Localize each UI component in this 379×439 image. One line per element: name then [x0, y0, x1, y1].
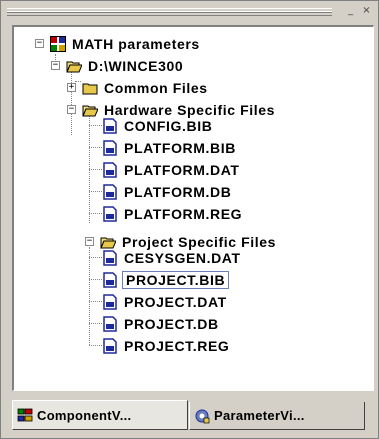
file-icon [103, 140, 117, 156]
tree-connector [89, 213, 102, 214]
tab-label: ParameterVi... [214, 408, 305, 423]
file-icon [103, 206, 117, 222]
tree-node-file[interactable]: PLATFORM.DB [102, 181, 233, 203]
file-icon [103, 294, 117, 310]
tree-connector [89, 257, 102, 258]
expand-collapse-toggle[interactable]: + [67, 83, 76, 92]
file-icon [103, 118, 117, 134]
tree-node-file[interactable]: PROJECT.DB [102, 313, 221, 335]
parameter-view-icon [195, 409, 210, 423]
workspace-tab-strip: ComponentV... ParameterVi... [12, 398, 374, 434]
minimize-pane-button[interactable]: _ [343, 4, 358, 18]
tree-node-file-selected[interactable]: PROJECT.BIB [102, 269, 230, 291]
tree-node-label: PROJECT.DAT [124, 294, 227, 310]
file-icon [103, 184, 117, 200]
tab-label: ComponentV... [37, 407, 132, 423]
tree-connector [71, 71, 72, 135]
tree-node-file[interactable]: CONFIG.BIB [102, 115, 214, 137]
expand-collapse-toggle[interactable]: − [67, 105, 76, 114]
tree-node-build-directory[interactable]: D:\WINCE300 [66, 55, 185, 77]
tree-node-file[interactable]: PLATFORM.BIB [102, 137, 238, 159]
file-icon [103, 250, 117, 266]
file-icon [103, 162, 117, 178]
open-folder-icon [82, 105, 98, 117]
tree-node-file[interactable]: PROJECT.DAT [102, 291, 229, 313]
tree-node-label: PROJECT.DB [124, 316, 219, 332]
tree-connector [89, 147, 102, 148]
expand-collapse-toggle[interactable]: − [51, 61, 60, 70]
tree-node-label: PROJECT.BIB [122, 271, 230, 289]
tab-parameter-view[interactable]: ParameterVi... [189, 402, 365, 430]
tree-node-label: PLATFORM.REG [124, 206, 243, 222]
tree-node-label: PROJECT.REG [124, 338, 230, 354]
tree-node-label: PLATFORM.DAT [124, 162, 240, 178]
tree-node-label: PLATFORM.DB [124, 184, 232, 200]
tree-connector [89, 323, 102, 324]
docking-grip[interactable] [7, 8, 332, 16]
tree-node-common-files[interactable]: Common Files [82, 77, 210, 99]
component-tree[interactable]: − MATH parameters − D:\WINCE300 + Common… [12, 25, 374, 391]
file-icon [103, 272, 117, 288]
tree-node-label: D:\WINCE300 [88, 58, 184, 74]
open-folder-icon [66, 61, 82, 73]
file-icon [103, 338, 117, 354]
tree-connector [89, 191, 102, 192]
tab-component-view[interactable]: ComponentV... [12, 400, 188, 430]
tree-node-label: PLATFORM.BIB [124, 140, 236, 156]
tree-node-label: Common Files [104, 80, 208, 96]
expand-collapse-toggle[interactable]: − [35, 39, 44, 48]
tree-node-label: MATH parameters [72, 36, 200, 52]
tree-node-label: CESYSGEN.DAT [124, 250, 241, 266]
tree-connector [75, 81, 81, 82]
folder-icon [82, 83, 98, 95]
tree-connector [89, 125, 102, 126]
close-pane-button[interactable]: × [359, 4, 374, 18]
tree-node-file[interactable]: PLATFORM.DAT [102, 159, 242, 181]
tree-node-file[interactable]: PLATFORM.REG [102, 203, 244, 225]
expand-collapse-toggle[interactable]: − [85, 237, 94, 246]
tree-connector [89, 169, 102, 170]
tree-node-file[interactable]: CESYSGEN.DAT [102, 247, 243, 269]
workspace-pane: _ × − MATH parameters − D:\WINCE300 + Co… [0, 0, 379, 439]
component-view-icon [17, 408, 33, 422]
tree-connector [89, 345, 102, 346]
file-icon [103, 316, 117, 332]
tree-connector [89, 279, 102, 280]
pane-title-strip[interactable]: _ × [3, 3, 376, 19]
tree-node-label: CONFIG.BIB [124, 118, 213, 134]
component-icon [50, 36, 66, 52]
tree-connector [89, 301, 102, 302]
tree-node-root[interactable]: MATH parameters [50, 33, 202, 55]
tree-node-file[interactable]: PROJECT.REG [102, 335, 231, 357]
tree-connector [89, 247, 90, 345]
